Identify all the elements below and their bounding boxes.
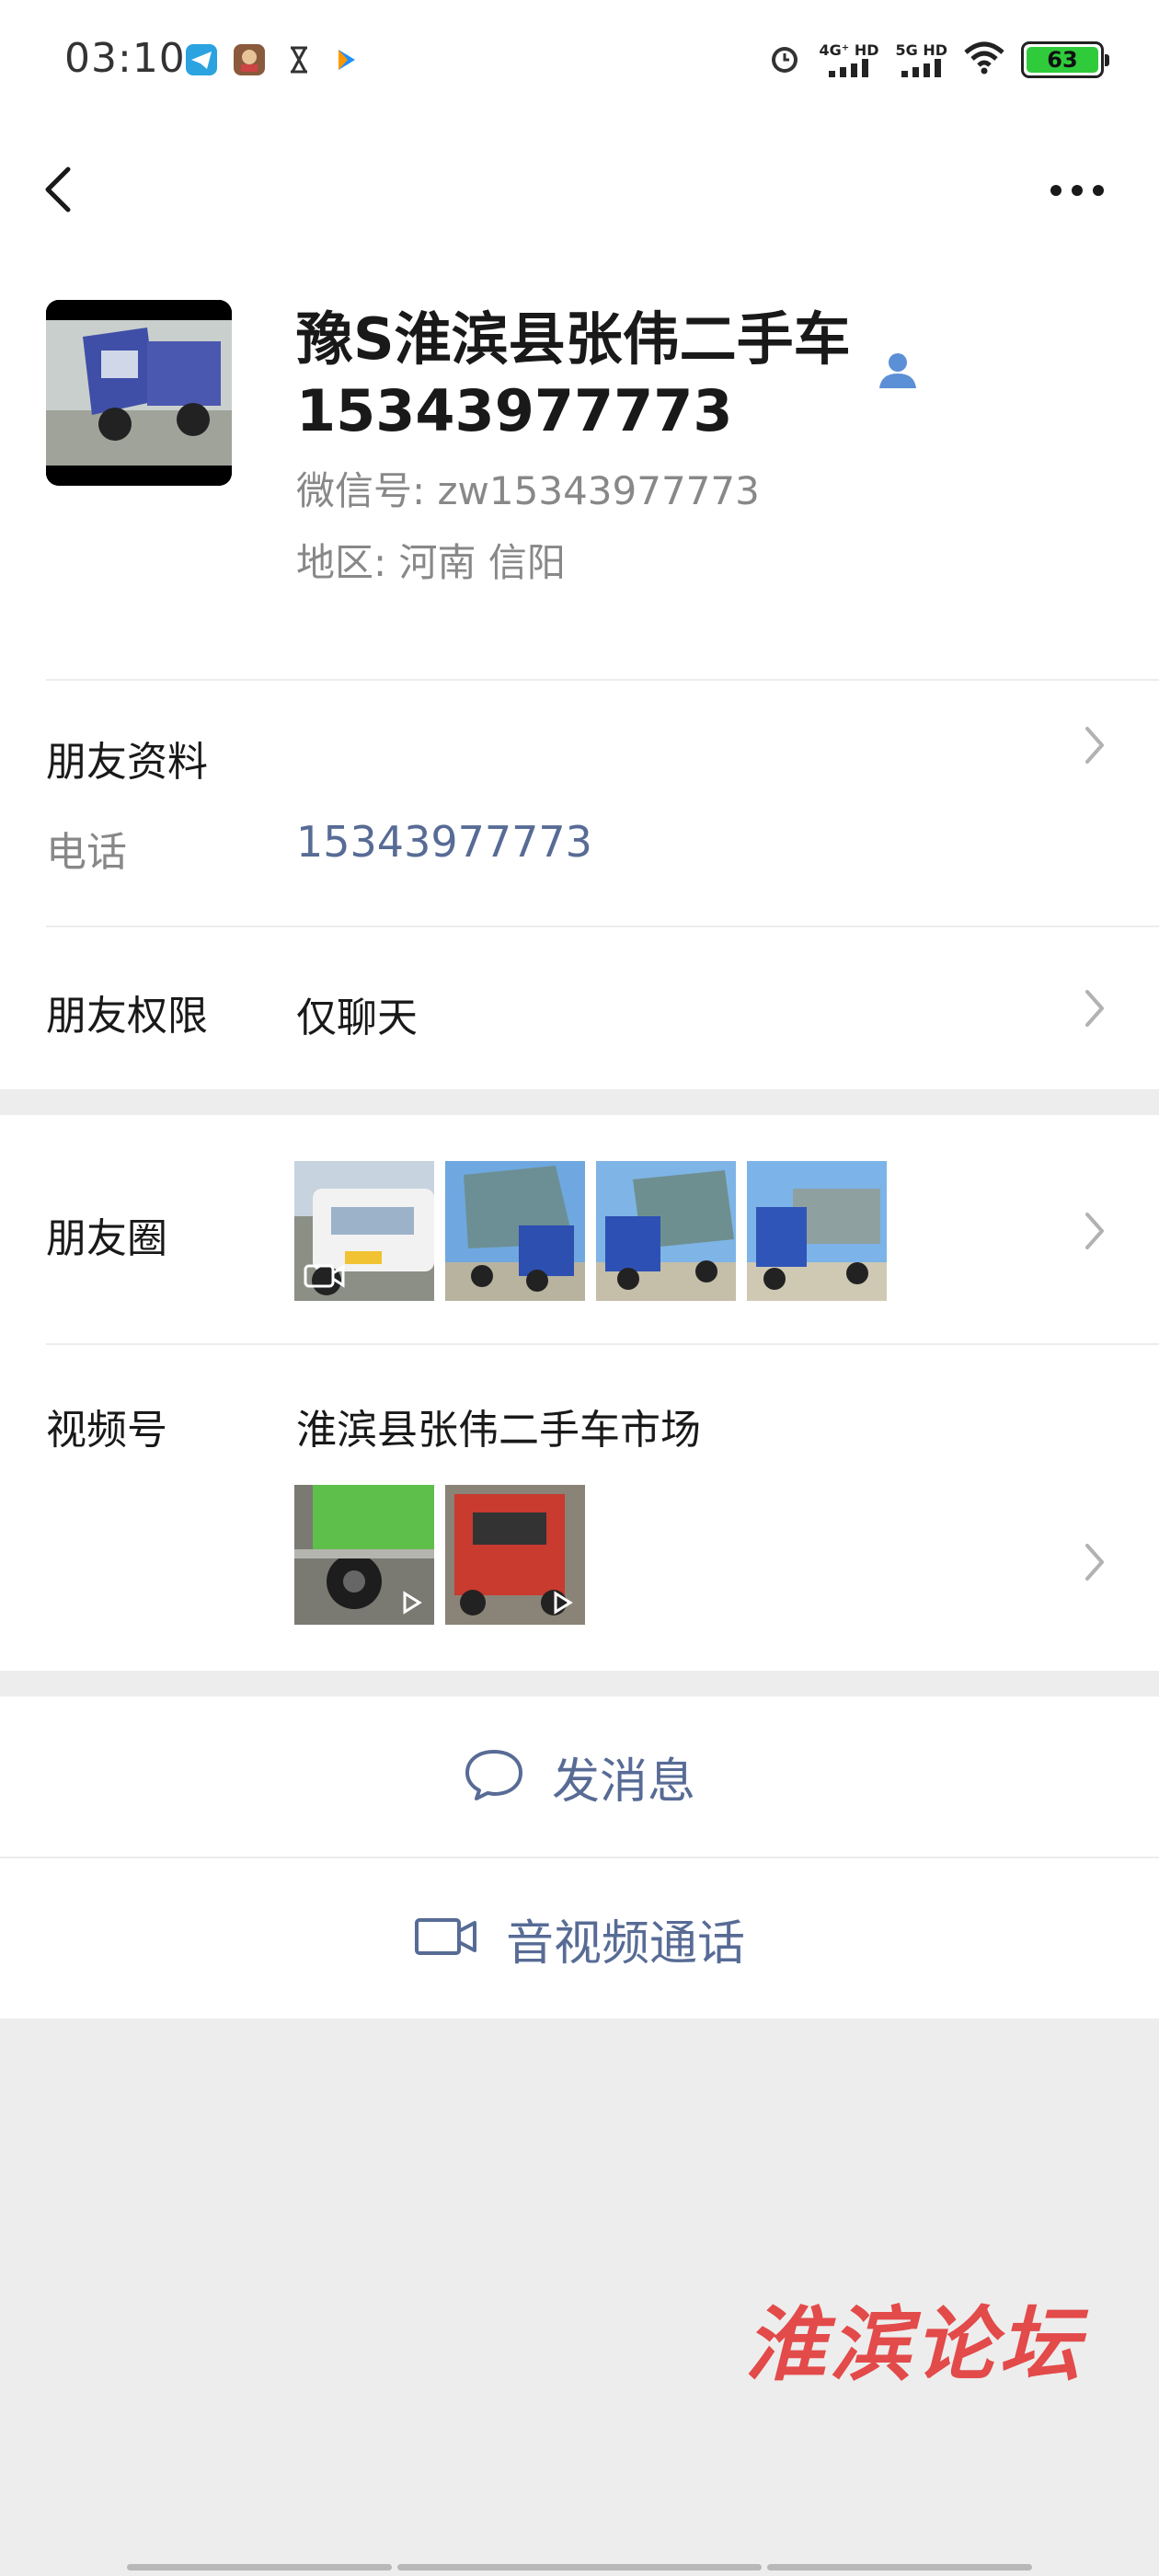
moments-thumbnail: [294, 1161, 434, 1301]
more-dots-icon[interactable]: [1045, 177, 1109, 204]
telegram-icon: [186, 44, 217, 75]
phone-number-link[interactable]: 15343977773: [296, 817, 592, 867]
profile-card: 豫S淮滨县张伟二手车15343977773 微信号: zw15343977773…: [0, 248, 1159, 681]
phone-label: 电话: [46, 829, 127, 876]
channels-name: 淮滨县张伟二手车市场: [296, 1407, 701, 1454]
network-label-2: 5G HD: [895, 41, 947, 59]
send-message-label: 发消息: [551, 1754, 695, 1810]
chevron-right-icon: [1082, 986, 1107, 1030]
channels-row[interactable]: 视频号 淮滨县张伟二手车市场: [0, 1345, 1159, 1671]
contact-person-icon: [876, 348, 920, 392]
send-message-button[interactable]: 发消息: [0, 1696, 1159, 1857]
status-icons: 4G⁺ HD 5G HD 63: [766, 37, 1109, 83]
channel-video-thumbnail: [294, 1485, 434, 1625]
moments-thumbnail: [445, 1161, 585, 1301]
chevron-right-icon: [1082, 1209, 1107, 1253]
video-camera-icon: [414, 1916, 478, 1961]
cell-signal-2: 5G HD: [895, 42, 947, 77]
friend-info-title: 朋友资料: [46, 739, 208, 786]
status-bar: 03:10 4G⁺ HD 5G HD 63: [0, 0, 1159, 129]
region: 地区: 河南 信阳: [296, 540, 566, 585]
watermark: 淮滨论坛: [744, 2296, 1084, 2392]
chevron-right-icon: [1082, 1540, 1107, 1584]
moments-title: 朋友圈: [46, 1215, 167, 1262]
moments-thumbnail: [747, 1161, 887, 1301]
chat-bubble-icon: [464, 1747, 524, 1806]
cell-signal-1: 4G⁺ HD: [819, 41, 879, 77]
chevron-left-icon[interactable]: [37, 156, 81, 223]
video-camera-icon: [304, 1262, 346, 1294]
friend-permissions-row[interactable]: 朋友权限 仅聊天: [0, 927, 1159, 1089]
nav-bar: [0, 129, 1159, 248]
channel-video-thumbnail: [445, 1485, 585, 1625]
home-indicator[interactable]: [127, 2564, 392, 2570]
friend-permissions-value: 仅聊天: [296, 995, 418, 1041]
channels-title: 视频号: [46, 1407, 167, 1454]
home-indicator[interactable]: [767, 2564, 1032, 2570]
moments-row[interactable]: 朋友圈: [0, 1115, 1159, 1345]
chevron-right-icon: [1082, 723, 1107, 767]
share-app-icon: [331, 44, 362, 75]
video-call-label: 音视频通话: [505, 1915, 745, 1972]
video-call-button[interactable]: 音视频通话: [0, 1858, 1159, 2018]
status-time: 03:10: [64, 35, 186, 82]
wechat-id: 微信号: zw15343977773: [296, 468, 760, 513]
avatar[interactable]: [46, 300, 232, 486]
battery-level: 63: [1027, 47, 1098, 73]
wifi-icon: [964, 41, 1004, 78]
game-app-icon: [234, 44, 265, 75]
battery-icon: 63: [1021, 41, 1109, 78]
home-indicator[interactable]: [397, 2564, 762, 2570]
hourglass-icon: [283, 44, 315, 75]
alarm-icon: [766, 40, 803, 80]
friend-info-section[interactable]: 朋友资料 电话 15343977773: [0, 681, 1159, 927]
moments-thumbnail: [596, 1161, 736, 1301]
friend-permissions-title: 朋友权限: [46, 993, 208, 1040]
network-label-1: 4G⁺ HD: [819, 41, 879, 59]
contact-name: 豫S淮滨县张伟二手车15343977773: [296, 305, 851, 444]
